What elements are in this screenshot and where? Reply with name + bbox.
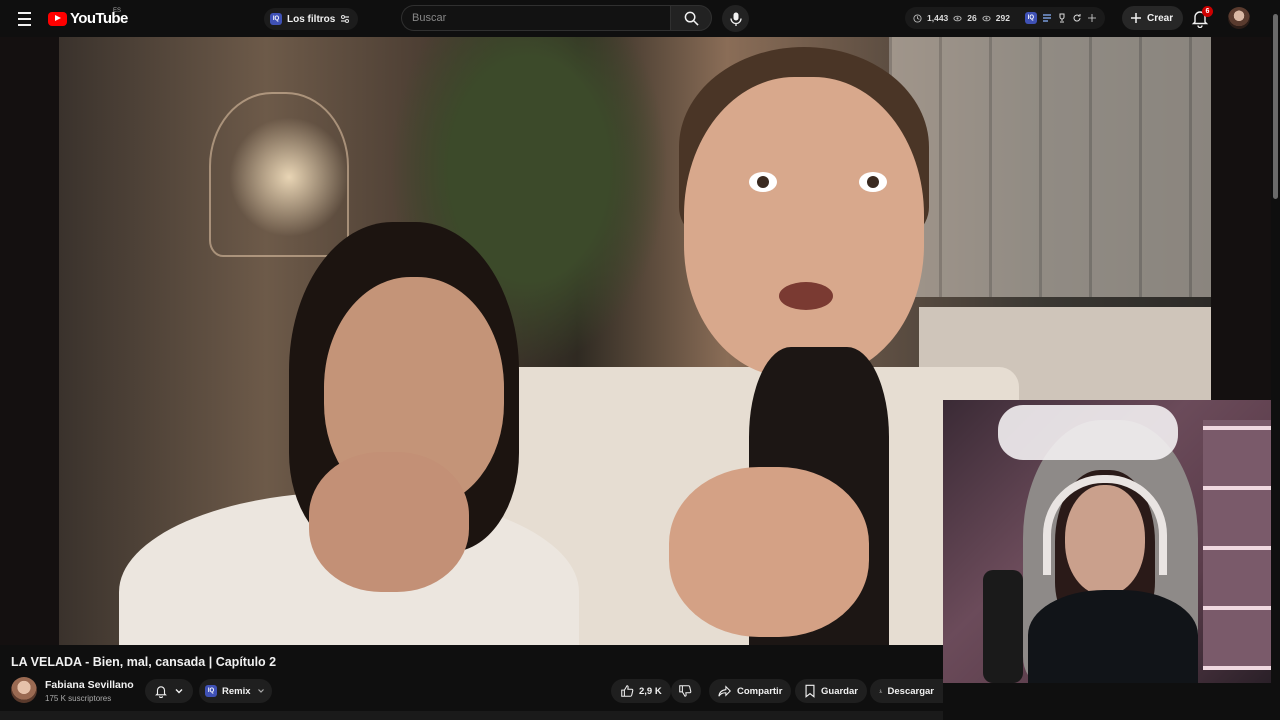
create-plus-icon [1131, 13, 1141, 23]
microphone-icon [729, 12, 742, 26]
sparkle-icon[interactable] [1087, 13, 1097, 23]
download-button[interactable]: Descargar [870, 679, 943, 703]
eye-icon [982, 15, 991, 21]
like-button[interactable]: 2,9 K [611, 679, 671, 703]
stat-count-b: 292 [995, 13, 1010, 23]
save-label: Guardar [821, 685, 858, 697]
top-bar: YouTube ES IQ Los filtros 1,443 26 292 I… [0, 0, 1280, 37]
stat-count-a: 26 [967, 13, 977, 23]
filters-label: Los filtros [287, 13, 336, 25]
notification-count-badge: 6 [1202, 6, 1213, 17]
scrollbar-thumb[interactable] [1273, 14, 1278, 199]
eye-icon [953, 15, 962, 21]
search-icon [684, 11, 699, 26]
dislike-button[interactable] [671, 679, 701, 703]
extension-icon[interactable]: IQ [1024, 12, 1037, 24]
voice-search-button[interactable] [722, 5, 749, 32]
video-title: LA VELADA - Bien, mal, cansada | Capítul… [11, 655, 277, 669]
sliders-icon [341, 15, 350, 23]
dislike-icon [679, 685, 692, 697]
extension-icon: IQ [270, 13, 282, 25]
share-label: Compartir [737, 685, 783, 697]
page-scrollbar[interactable] [1271, 0, 1280, 720]
clock-icon [913, 13, 922, 23]
channel-avatar[interactable] [11, 677, 37, 703]
share-button[interactable]: Compartir [709, 679, 792, 703]
save-icon [805, 684, 815, 698]
youtube-logo-icon [48, 11, 67, 26]
extension-stats[interactable]: 1,443 26 292 IQ [905, 7, 1105, 29]
extension-icon: IQ [205, 685, 217, 697]
share-icon [718, 685, 731, 697]
webcam-overlay [943, 400, 1271, 683]
subscriber-count: 175 K suscriptores [45, 694, 112, 703]
save-button[interactable]: Guardar [795, 679, 867, 703]
list-icon[interactable] [1042, 13, 1052, 23]
youtube-logo[interactable]: YouTube ES [48, 8, 128, 27]
notifications-button[interactable]: 6 [1190, 6, 1213, 30]
filters-button[interactable]: IQ Los filtros [264, 8, 359, 30]
trophy-icon[interactable] [1057, 13, 1067, 23]
country-code: ES [113, 8, 122, 14]
download-label: Descargar [887, 685, 934, 697]
download-icon [879, 689, 883, 693]
chevron-down-icon [257, 689, 264, 693]
person-left [119, 222, 589, 645]
create-label: Crear [1147, 12, 1174, 24]
search-button[interactable] [670, 5, 712, 31]
refresh-icon[interactable] [1072, 13, 1082, 23]
chevron-down-icon [175, 689, 183, 694]
account-avatar[interactable] [1228, 7, 1250, 29]
bottom-strip [0, 711, 943, 720]
create-button[interactable]: Crear [1122, 6, 1184, 30]
channel-name[interactable]: Fabiana Sevillano [45, 679, 134, 691]
menu-icon[interactable] [12, 7, 36, 31]
like-count: 2,9 K [639, 685, 662, 697]
search-input[interactable] [401, 5, 671, 31]
subscription-bell-button[interactable] [145, 679, 193, 703]
like-icon [621, 685, 634, 697]
bell-icon [155, 686, 167, 698]
remix-label: Remix [222, 685, 251, 697]
remix-button[interactable]: IQ Remix [199, 679, 272, 703]
stat-views: 1,443 [927, 13, 949, 23]
